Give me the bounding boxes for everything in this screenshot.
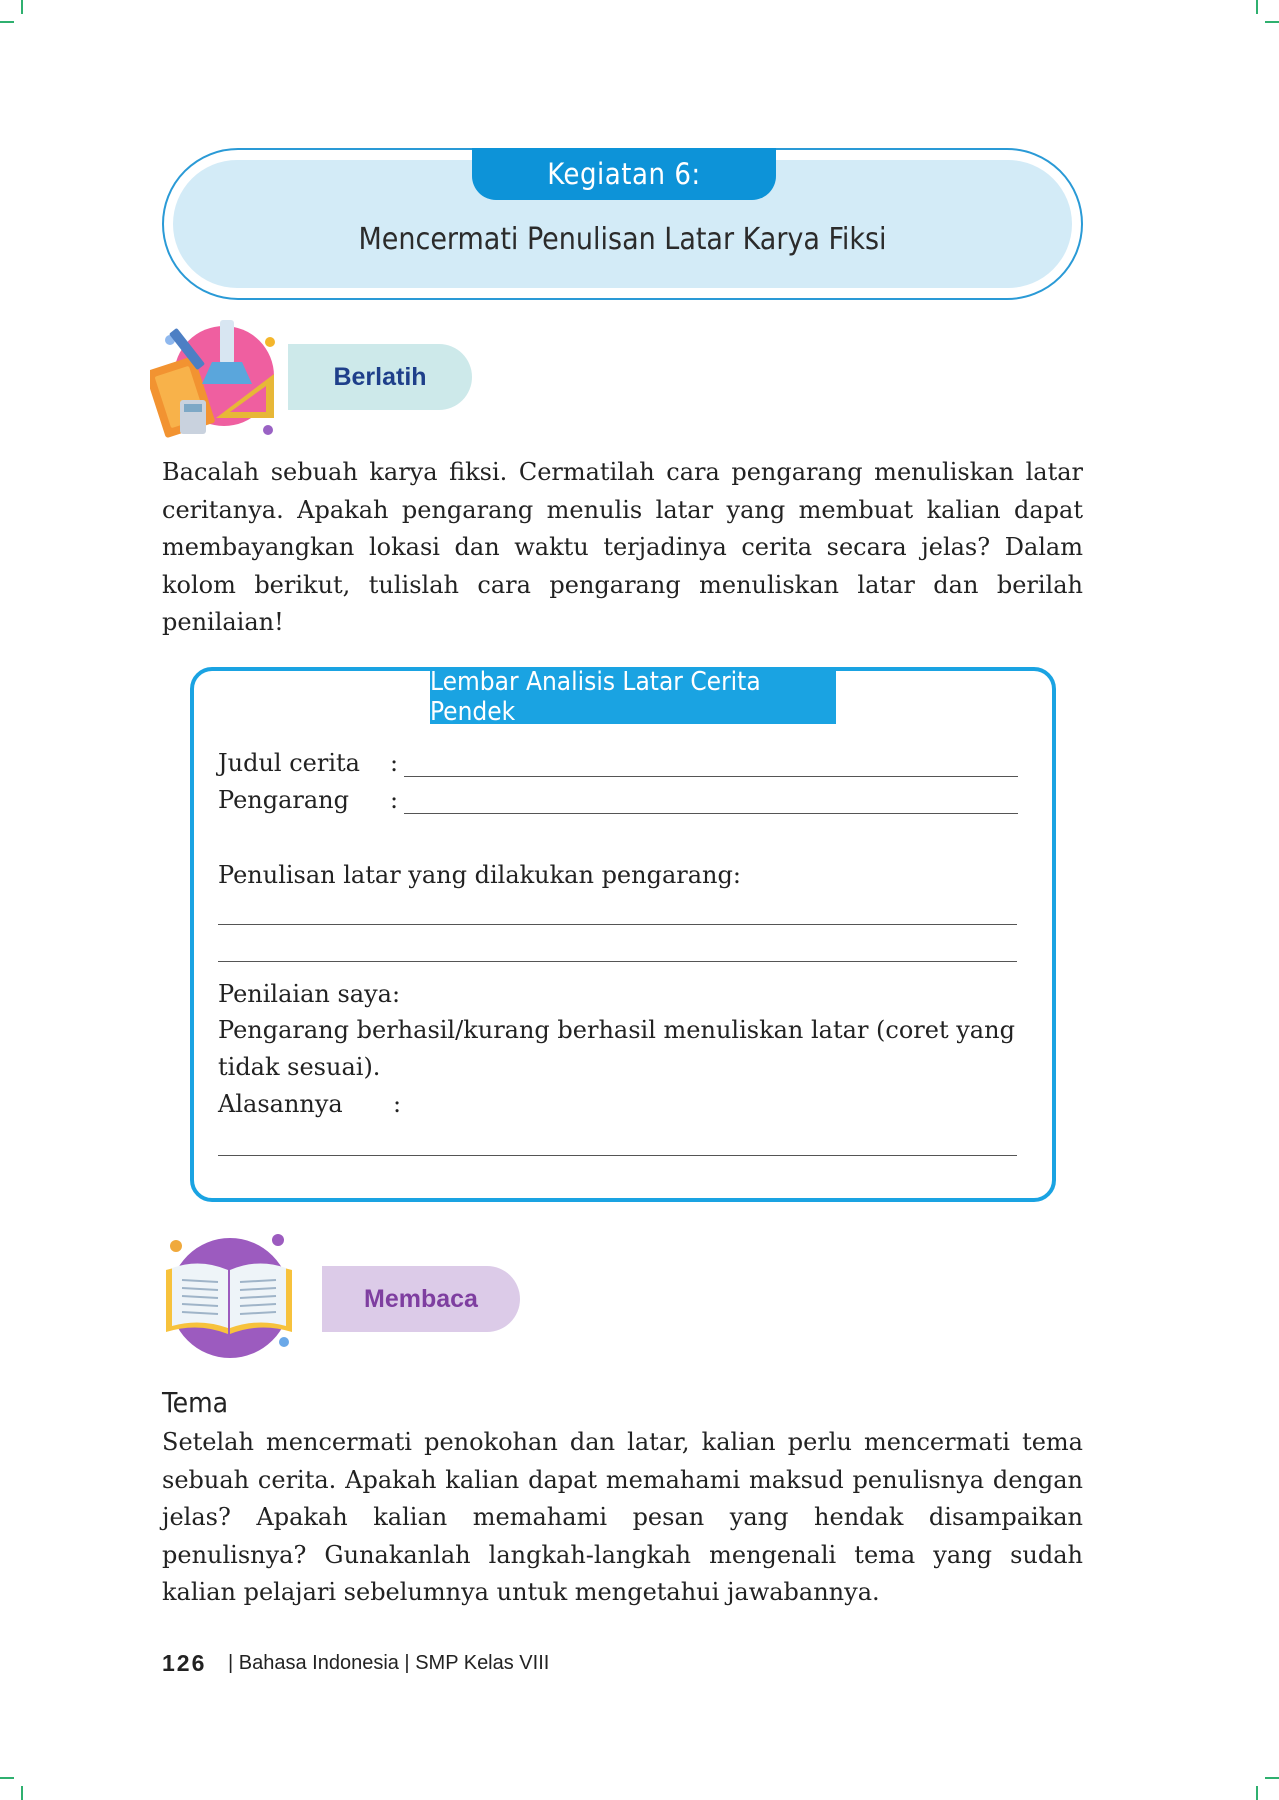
practice-instruction: Bacalah sebuah karya fiksi. Cermatilah c… bbox=[162, 458, 1083, 636]
reading-section-label: Membaca bbox=[322, 1266, 520, 1332]
crop-mark-top-right-h bbox=[1265, 21, 1279, 23]
crop-mark-top-right-v bbox=[1256, 0, 1258, 14]
assessment-label: Penilaian saya: bbox=[218, 980, 401, 1008]
setting-answer-line-1 bbox=[218, 924, 1017, 925]
crop-mark-bottom-left-v bbox=[21, 1786, 23, 1800]
author-colon: : bbox=[390, 786, 399, 814]
reason-colon: : bbox=[393, 1090, 402, 1118]
crop-mark-top-left-h bbox=[0, 21, 14, 23]
story-title-line bbox=[404, 776, 1018, 777]
setting-prompt: Penulisan latar yang dilakukan pengarang… bbox=[218, 861, 741, 889]
crop-mark-bottom-right-h bbox=[1265, 1777, 1279, 1779]
reading-body: Setelah mencermati penokohan dan latar, … bbox=[162, 1428, 1083, 1606]
story-title-label: Judul cerita bbox=[218, 749, 360, 777]
author-line bbox=[404, 813, 1018, 814]
reading-heading: Tema bbox=[162, 1386, 229, 1419]
reason-answer-line bbox=[218, 1155, 1017, 1156]
story-title-colon: : bbox=[390, 749, 399, 777]
open-book-icon bbox=[166, 1234, 292, 1358]
practice-tools-icon bbox=[150, 320, 275, 438]
crop-mark-top-left-v bbox=[21, 0, 23, 14]
assessment-line-1: Pengarang berhasil/kurang berhasil menul… bbox=[218, 1016, 1015, 1044]
activity-title: Kegiatan 6: bbox=[472, 148, 776, 200]
activity-subtitle: Mencermati Penulisan Latar Karya Fiksi bbox=[358, 222, 887, 257]
practice-section-label: Berlatih bbox=[288, 344, 472, 410]
setting-answer-line-2 bbox=[218, 961, 1017, 962]
assessment-line-2: tidak sesuai). bbox=[218, 1053, 381, 1081]
book-info: | Bahasa Indonesia | SMP Kelas VIII bbox=[228, 1652, 550, 1674]
worksheet-title: Lembar Analisis Latar Cerita Pendek bbox=[430, 667, 836, 727]
crop-mark-bottom-left-h bbox=[0, 1777, 14, 1779]
crop-mark-bottom-right-v bbox=[1256, 1786, 1258, 1800]
page-number: 126 bbox=[162, 1650, 207, 1676]
author-label: Pengarang bbox=[218, 786, 350, 814]
reason-label: Alasannya bbox=[218, 1090, 343, 1118]
worksheet-box bbox=[190, 667, 1056, 1202]
